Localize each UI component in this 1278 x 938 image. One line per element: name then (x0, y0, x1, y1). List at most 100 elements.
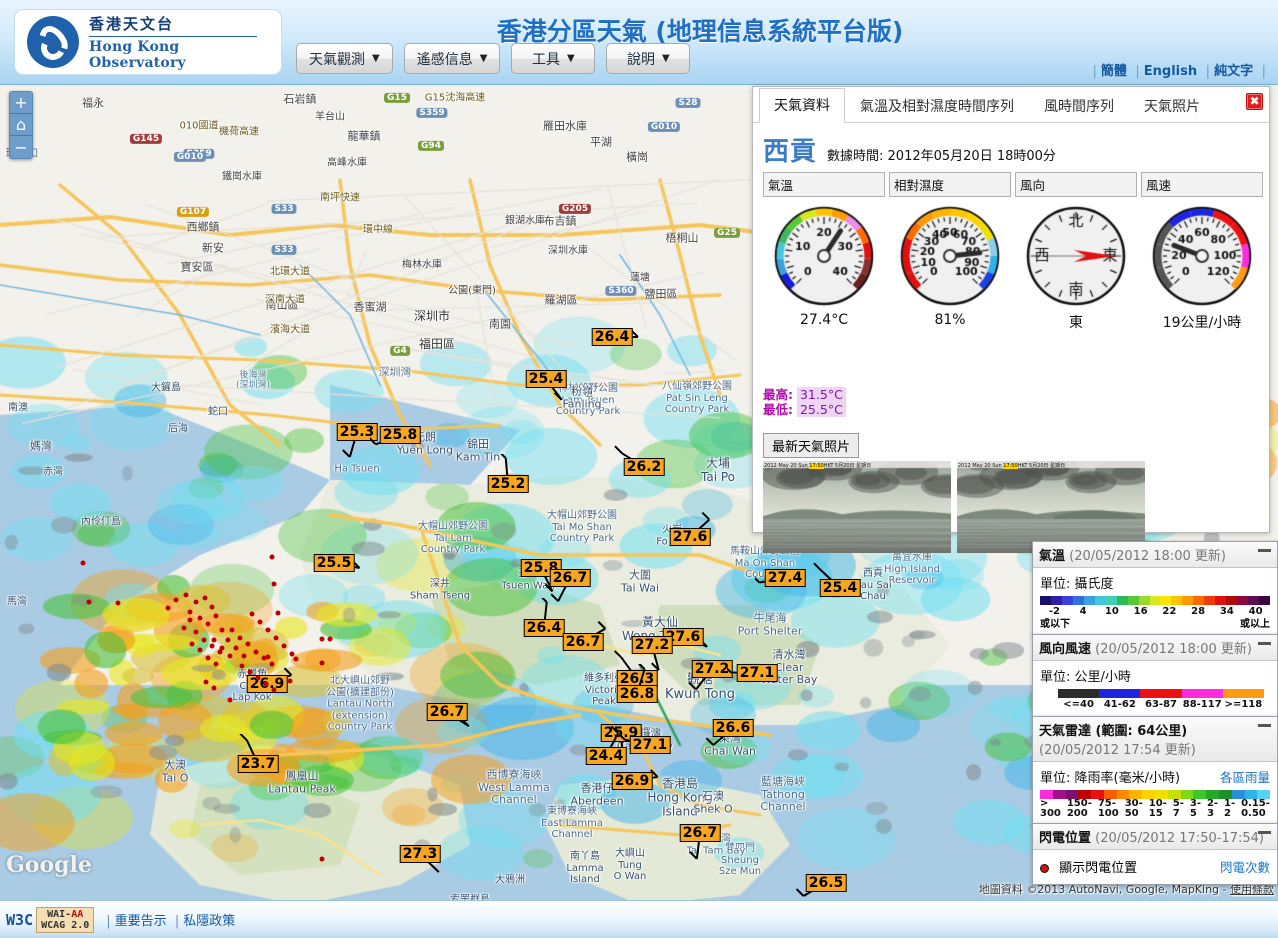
lightning-strike-marker (194, 630, 199, 635)
legend-wind-header[interactable]: 風向風速 (20/05/2012 18:00 更新) (1033, 635, 1277, 661)
gauge-row: 氣溫 27.4°C 相對濕度 81% 風向 東 風速 19公里/小時 (753, 170, 1269, 332)
lightning-strike-marker (220, 646, 225, 651)
station-temperature-marker[interactable]: 27.1 (630, 736, 671, 754)
legend-subtitle: (20/05/2012 18:00 更新) (1069, 549, 1226, 564)
weather-photo-1[interactable]: 2012 May 20 Sun 17:50HKT 5月20日 星期日 (763, 461, 951, 553)
legend-title: 天氣雷達 (範圍: 64公里) (1039, 724, 1187, 739)
tab-temp-humidity-series[interactable]: 氣溫及相對濕度時間序列 (845, 89, 1029, 123)
lightning-strike-marker (210, 605, 215, 610)
footer-link-privacy[interactable]: 私隱政策 (183, 914, 235, 929)
close-icon[interactable]: ✖ (1246, 93, 1263, 110)
station-temperature-marker[interactable]: 26.9 (612, 772, 653, 790)
station-temperature-marker[interactable]: 26.7 (427, 703, 468, 721)
minimize-icon[interactable] (1258, 831, 1271, 834)
lightning-strike-marker (272, 582, 277, 587)
zoom-out-icon[interactable]: − (10, 136, 32, 158)
station-temperature-marker[interactable]: 27.2 (632, 636, 673, 654)
menu-help[interactable]: 說明 ▼ (606, 43, 690, 74)
tab-weather-photos[interactable]: 天氣照片 (1129, 89, 1215, 123)
station-temperature-marker[interactable]: 23.7 (238, 755, 279, 773)
station-temperature-marker[interactable]: 26.6 (713, 719, 754, 737)
legend-rainfall-link[interactable]: 各區雨量 (1220, 767, 1270, 786)
chevron-down-icon: ▼ (567, 53, 575, 64)
logo-title-en: Hong Kong Observatory (89, 39, 281, 71)
legend-wind: 風向風速 (20/05/2012 18:00 更新) 單位: 公里/小時 <=4… (1032, 634, 1278, 717)
station-temperature-marker[interactable]: 27.2 (692, 660, 733, 678)
station-temperature-marker[interactable]: 26.2 (624, 458, 665, 476)
station-data-time: 數據時間: 2012年05月20日 18時00分 (827, 145, 1056, 168)
lang-link-simplified[interactable]: 簡體 (1101, 64, 1127, 79)
lightning-strike-marker (206, 656, 211, 661)
weather-photo-2[interactable]: 2012 May 20 Sun 17:50HKT 5月20日 星期日 (957, 461, 1145, 553)
zoom-in-icon[interactable]: + (10, 92, 32, 114)
station-temperature-marker[interactable]: 25.2 (488, 475, 529, 493)
lightning-strike-marker (258, 620, 263, 625)
lang-link-textonly[interactable]: 純文字 (1214, 64, 1253, 79)
lightning-strike-marker (240, 664, 245, 669)
hko-logo[interactable]: 香港天文台 Hong Kong Observatory (14, 9, 282, 75)
lightning-strike-marker (190, 642, 195, 647)
station-temperature-marker[interactable]: 27.4 (765, 569, 806, 587)
legend-subtitle: (20/05/2012 18:00 更新) (1095, 642, 1252, 657)
station-temperature-marker[interactable]: 27.3 (400, 845, 441, 863)
legend-radar-header[interactable]: 天氣雷達 (範圍: 64公里) (20/05/2012 17:54 更新) (1033, 717, 1277, 762)
station-temperature-marker[interactable]: 25.5 (314, 554, 355, 572)
station-temperature-marker[interactable]: 27.1 (737, 664, 778, 682)
weather-photo-1-image (763, 461, 951, 553)
menu-label: 工具 (532, 49, 560, 69)
lightning-strike-marker (264, 682, 269, 687)
home-icon[interactable]: ⌂ (10, 114, 32, 136)
legend-lightning-header[interactable]: 閃電位置 (20/05/2012 17:50-17:54) (1033, 824, 1277, 850)
station-temperature-marker[interactable]: 27.6 (670, 528, 711, 546)
tab-wind-series[interactable]: 風時間序列 (1029, 89, 1129, 123)
station-temperature-marker[interactable]: 25.4 (820, 579, 861, 597)
footer-link-notices[interactable]: 重要告示 (115, 914, 167, 929)
lang-link-english[interactable]: English (1144, 64, 1197, 79)
legend-lightning-count-link[interactable]: 閃電次數 (1220, 857, 1270, 876)
minimize-icon[interactable] (1258, 549, 1271, 552)
lightning-strike-marker (228, 654, 233, 659)
menu-tools[interactable]: 工具 ▼ (511, 43, 595, 74)
lightning-strike-marker (116, 601, 121, 606)
minimize-icon[interactable] (1258, 724, 1271, 727)
station-temperature-marker[interactable]: 24.4 (586, 747, 627, 765)
station-temperature-marker[interactable]: 25.3 (337, 423, 378, 441)
w3c-wcag-badge[interactable]: W3C WAI-AA WCAG 2.0 (6, 907, 94, 933)
gauge-wind-speed: 風速 19公里/小時 (1141, 172, 1263, 332)
legend-temperature-body: 單位: 攝氏度 -2 4 10 16 22 28 34 40 或以下 或以上 (1033, 568, 1277, 636)
lightning-strike-marker (184, 593, 189, 598)
footer-links: | 重要告示 | 私隱政策 (102, 910, 235, 929)
station-temperature-marker[interactable]: 26.4 (592, 328, 633, 346)
map-zoom-control[interactable]: + ⌂ − (9, 91, 33, 159)
legend-temperature-header[interactable]: 氣溫 (20/05/2012 18:00 更新) (1033, 542, 1277, 568)
tab-weather-data[interactable]: 天氣資料 (759, 88, 845, 123)
lightning-strike-marker (212, 686, 217, 691)
max-label: 最高: (763, 387, 793, 402)
wcag-line1: WAI-AA (47, 909, 83, 920)
station-temperature-marker[interactable]: 25.8 (380, 426, 421, 444)
legend-title: 風向風速 (1039, 642, 1091, 657)
menu-remote-sensing[interactable]: 遙感信息 ▼ (404, 43, 501, 74)
lightning-strike-marker (256, 676, 261, 681)
station-temperature-marker[interactable]: 25.4 (526, 370, 567, 388)
page-root: 香港天文台 Hong Kong Observatory 香港分區天氣 (地理信息… (0, 0, 1278, 938)
lightning-strike-marker (290, 652, 295, 657)
weather-photos: 2012 May 20 Sun 17:50HKT 5月20日 星期日 2012 … (753, 458, 1269, 553)
station-temperature-marker[interactable]: 26.5 (806, 874, 847, 892)
menu-weather-observation[interactable]: 天氣觀測 ▼ (296, 43, 393, 74)
station-temperature-marker[interactable]: 26.4 (524, 619, 565, 637)
station-temperature-marker[interactable]: 26.7 (680, 824, 721, 842)
lightning-strike-marker (81, 561, 86, 566)
legend-lightning-label[interactable]: 顯示閃電位置 (1059, 861, 1137, 876)
minimize-icon[interactable] (1258, 642, 1271, 645)
wcag-line2: WCAG 2.0 (41, 920, 89, 931)
station-temperature-marker[interactable]: 26.8 (617, 685, 658, 703)
gauge-dial-humidity (895, 201, 1005, 311)
lightning-strike-marker (320, 661, 325, 666)
gauge-dial-wind-speed (1147, 201, 1257, 311)
lightning-strike-marker (188, 610, 193, 615)
station-header: 西貢 數據時間: 2012年05月20日 18時00分 (753, 123, 1269, 170)
main-menubar: 天氣觀測 ▼ 遙感信息 ▼ 工具 ▼ 說明 ▼ (296, 43, 690, 74)
station-temperature-marker[interactable]: 26.7 (550, 569, 591, 587)
station-temperature-marker[interactable]: 26.7 (563, 633, 604, 651)
